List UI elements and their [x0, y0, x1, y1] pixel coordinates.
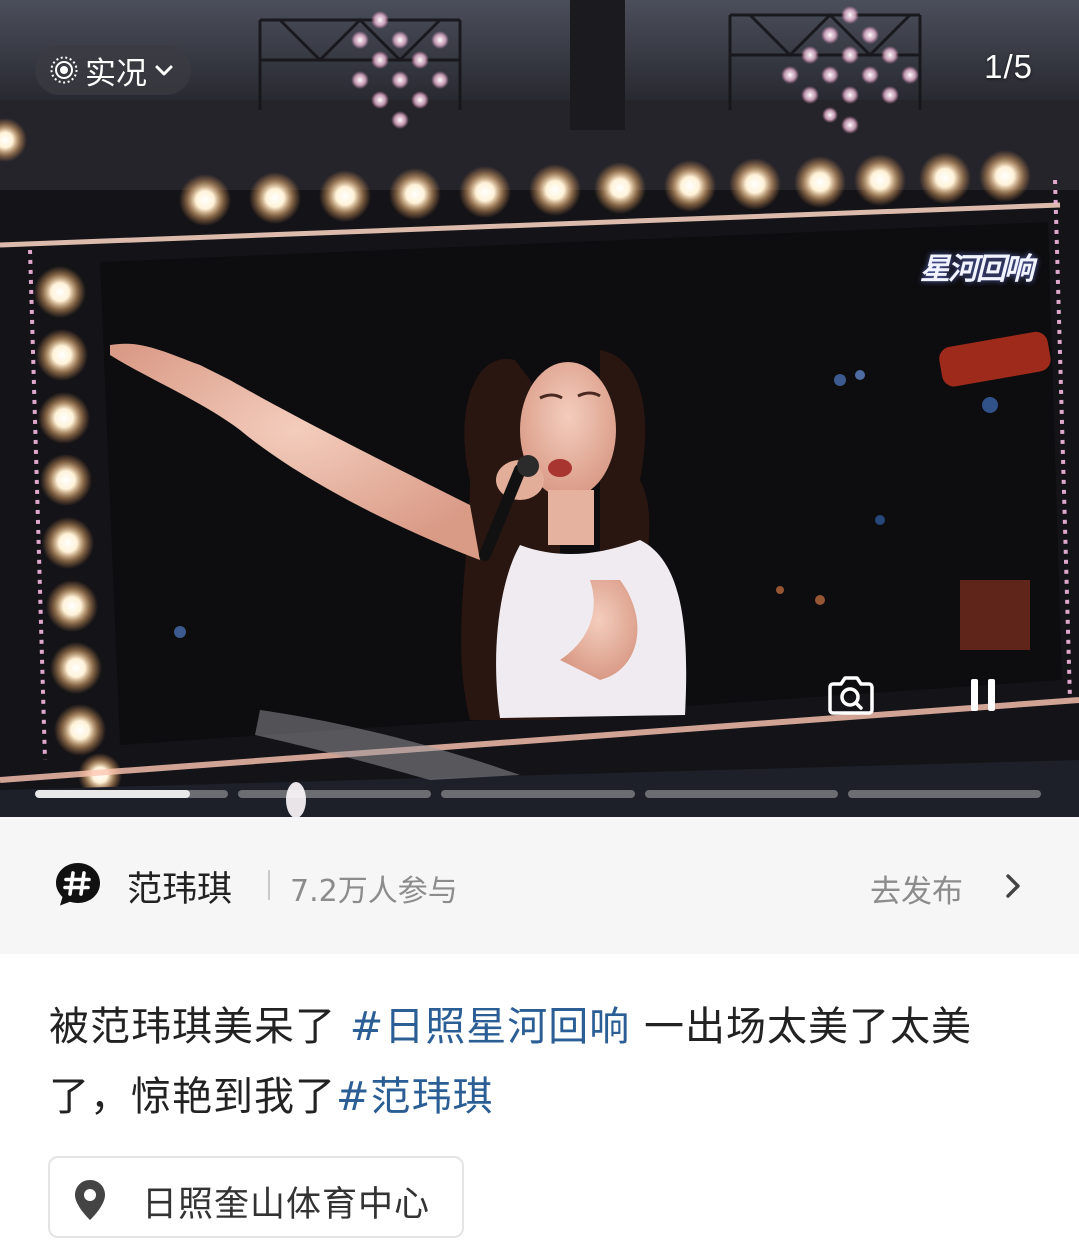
- progress-segment: [644, 790, 838, 798]
- topic-name[interactable]: 范玮琪: [127, 861, 232, 912]
- live-photo-icon: [49, 55, 79, 85]
- chevron-down-icon: [155, 65, 173, 76]
- go-publish-link[interactable]: 去发布: [870, 866, 963, 911]
- progress-segment: [441, 790, 635, 798]
- topic-hash-icon: [56, 863, 100, 906]
- progress-segment: [35, 790, 229, 798]
- image-counter: 1/5: [984, 48, 1033, 85]
- caption-text: 被范玮琪美呆了: [49, 1004, 350, 1050]
- live-photo-label: 实况: [85, 55, 147, 92]
- topic-divider: [268, 870, 270, 900]
- broadcast-watermark: 星河回响: [920, 252, 1034, 287]
- hashtag-link[interactable]: #范玮琪: [336, 1074, 494, 1120]
- screenshot-search-button[interactable]: [826, 672, 876, 718]
- progress-fill: [35, 790, 190, 798]
- post-caption: 被范玮琪美呆了 #日照星河回响 一出场太美了太美了，惊艳到我了#范玮琪: [49, 992, 1039, 1132]
- pause-icon: [971, 679, 995, 711]
- progress-segment: [847, 790, 1042, 798]
- carousel-progress: [35, 790, 1042, 798]
- location-chip[interactable]: 日照奎山体育中心: [48, 1156, 464, 1238]
- live-photo-viewer[interactable]: 实况 1/5 星河回响: [0, 0, 1079, 817]
- topic-participants: 7.2万人参与: [290, 874, 458, 909]
- topic-bar[interactable]: 范玮琪 7.2万人参与 去发布: [0, 817, 1079, 954]
- location-pin-icon: [75, 1180, 105, 1220]
- live-photo-toggle[interactable]: 实况: [35, 45, 191, 95]
- location-name: 日照奎山体育中心: [142, 1185, 431, 1225]
- pause-button[interactable]: [962, 672, 1004, 718]
- camera-search-icon: [828, 676, 874, 715]
- hashtag-link[interactable]: #日照星河回响: [350, 1004, 631, 1050]
- chevron-right-icon[interactable]: [1001, 872, 1025, 900]
- progress-segment: [238, 790, 432, 798]
- concert-photo: [0, 0, 1079, 817]
